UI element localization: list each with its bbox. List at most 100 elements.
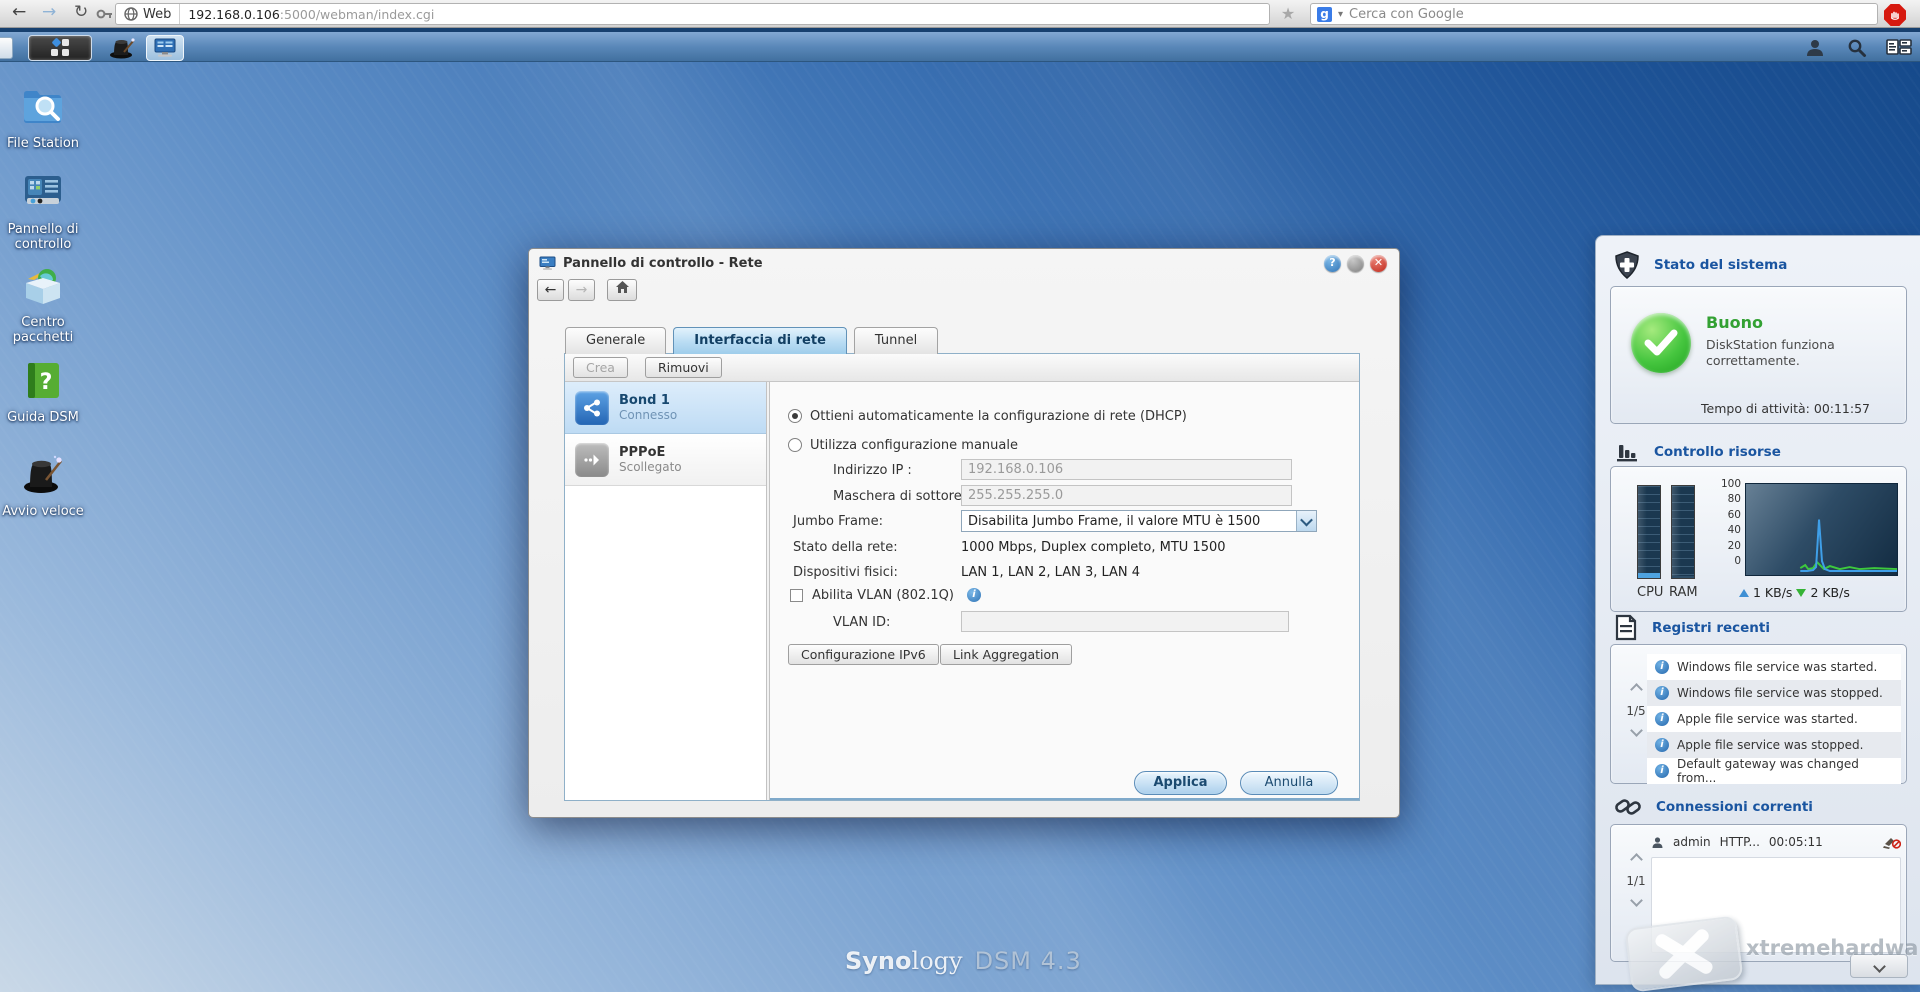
system-health-header: Stato del sistema (1614, 251, 1787, 279)
desktop-icon-file-station[interactable]: File Station (0, 86, 86, 151)
jumbo-frame-select[interactable]: Disabilita Jumbo Frame, il valore MTU è … (961, 510, 1317, 532)
create-button[interactable]: Crea (573, 357, 628, 378)
ram-usage-bar (1671, 485, 1695, 579)
dialog-minimize-button[interactable] (1347, 255, 1364, 272)
interface-toolbar: Crea Rimuovi (565, 354, 1359, 382)
quick-start-taskbar-button[interactable] (100, 35, 144, 61)
search-bar[interactable]: g ▾ (1310, 3, 1878, 25)
browser-back-icon[interactable]: ← (12, 2, 26, 22)
log-row[interactable]: iDefault gateway was changed from... (1647, 758, 1901, 784)
site-identity-button[interactable]: Web (116, 4, 180, 24)
desktop-icon-label: Centro pacchetti (0, 315, 86, 345)
connections-page-indicator: 1/1 (1619, 874, 1653, 888)
desktop-icon-quick-start[interactable]: Avvio veloce (0, 452, 86, 519)
browser-forward-icon[interactable]: → (42, 2, 56, 22)
desktop-icon-label: Avvio veloce (0, 504, 86, 519)
quick-start-icon (19, 452, 67, 496)
tab-tunnel[interactable]: Tunnel (854, 327, 938, 354)
dsm-branding: SynologyDSM 4.3 (845, 947, 1082, 975)
manual-config-radio[interactable] (788, 438, 802, 452)
connections-page-down-icon[interactable] (1630, 894, 1643, 907)
ipv6-config-button[interactable]: Configurazione IPv6 (788, 644, 939, 665)
logs-page-down-icon[interactable] (1630, 724, 1643, 737)
log-row[interactable]: iWindows file service was stopped. (1647, 680, 1901, 706)
dialog-home-button[interactable] (607, 279, 637, 301)
url-host: 192.168.0.106 (188, 7, 279, 22)
select-dropdown-icon[interactable] (1296, 511, 1316, 531)
branding-syno: Syno (845, 947, 912, 975)
show-desktop-button[interactable] (0, 37, 13, 59)
remove-button[interactable]: Rimuovi (645, 357, 722, 378)
search-engine-caret-icon[interactable]: ▾ (1338, 9, 1343, 20)
subnet-mask-label: Maschera di sottorete: (833, 489, 979, 504)
apply-button[interactable]: Applica (1134, 771, 1227, 795)
interface-name: PPPoE (619, 445, 682, 460)
network-status-label: Stato della rete: (793, 540, 898, 555)
address-bar[interactable]: Web 192.168.0.106:5000/webman/index.cgi (115, 3, 1270, 25)
interface-list: Bond 1 Connesso PPPoE Scollegato (565, 382, 766, 800)
widget-title: Connessioni correnti (1656, 799, 1813, 815)
dialog-back-button[interactable]: ← (537, 279, 564, 301)
dialog-title: Pannello di controllo - Rete (563, 256, 763, 271)
dialog-title-icon (539, 256, 556, 271)
search-input[interactable] (1349, 7, 1871, 22)
log-row[interactable]: iWindows file service was started. (1647, 654, 1901, 680)
interface-name: Bond 1 (619, 393, 677, 408)
log-text: Apple file service was started. (1677, 712, 1858, 726)
health-ok-icon (1631, 313, 1691, 373)
info-icon: i (1655, 686, 1669, 700)
tab-interfaccia-di-rete[interactable]: Interfaccia di rete (673, 327, 847, 354)
vlan-id-field[interactable] (961, 611, 1289, 632)
user-options-button[interactable] (1800, 35, 1830, 61)
resource-monitor-header: Controllo risorse (1614, 439, 1781, 465)
dialog-help-button[interactable]: ? (1324, 255, 1341, 272)
browser-reload-icon[interactable]: ↻ (74, 2, 88, 22)
dialog-close-button[interactable]: ✕ (1370, 255, 1387, 272)
chevron-down-icon (1873, 960, 1886, 973)
desktop-icon-package-center[interactable]: Centro pacchetti (0, 265, 86, 345)
link-aggregation-button[interactable]: Link Aggregation (940, 644, 1072, 665)
interface-item-bond1[interactable]: Bond 1 Connesso (565, 382, 766, 434)
system-health-card: Buono DiskStation funziona correttamente… (1610, 286, 1907, 424)
widget-title: Stato del sistema (1654, 257, 1787, 273)
log-row[interactable]: iApple file service was stopped. (1647, 732, 1901, 758)
dialog-forward-button[interactable]: → (568, 279, 595, 301)
google-engine-icon[interactable]: g (1317, 7, 1332, 22)
key-icon[interactable] (96, 6, 114, 26)
control-panel-network-dialog: Pannello di controllo - Rete ? ✕ ← → Gen… (528, 248, 1400, 818)
upload-arrow-icon (1739, 589, 1749, 597)
control-panel-taskbar-button[interactable] (146, 35, 184, 61)
recent-logs-card: 1/5 iWindows file service was started. i… (1610, 644, 1907, 784)
dhcp-radio[interactable] (788, 409, 802, 423)
desktop-icon-dsm-help[interactable]: ? Guida DSM (0, 360, 86, 425)
enable-vlan-checkbox[interactable] (790, 589, 803, 602)
jumbo-frame-selected-value: Disabilita Jumbo Frame, il valore MTU è … (962, 514, 1296, 529)
logs-page-up-icon[interactable] (1630, 683, 1643, 696)
cancel-button[interactable]: Annulla (1240, 771, 1338, 795)
connections-page-up-icon[interactable] (1630, 853, 1643, 866)
connection-row[interactable]: admin HTTP... 00:05:11 (1651, 835, 1901, 849)
dhcp-radio-label: Ottieni automaticamente la configurazion… (810, 409, 1187, 424)
dialog-titlebar[interactable]: Pannello di controllo - Rete (539, 256, 763, 271)
bookmark-star-icon[interactable]: ★ (1276, 3, 1300, 25)
subnet-mask-field[interactable] (961, 485, 1292, 506)
adblock-icon[interactable] (1884, 4, 1906, 26)
connection-list-area (1651, 857, 1901, 953)
main-menu-button[interactable] (28, 35, 92, 61)
kick-connection-icon[interactable] (1883, 835, 1901, 849)
interface-item-pppoe[interactable]: PPPoE Scollegato (565, 434, 766, 486)
url-text[interactable]: 192.168.0.106:5000/webman/index.cgi (180, 7, 434, 22)
pilot-view-button[interactable] (1884, 35, 1914, 61)
log-row[interactable]: iApple file service was started. (1647, 706, 1901, 732)
desktop-icon-control-panel[interactable]: Pannello di controllo (0, 172, 86, 252)
vlan-info-icon[interactable]: i (967, 588, 981, 602)
tab-generale[interactable]: Generale (565, 327, 666, 354)
connection-user-icon (1651, 836, 1664, 849)
search-button[interactable] (1842, 35, 1872, 61)
package-center-icon (20, 265, 66, 307)
widget-title: Registri recenti (1652, 620, 1770, 636)
ip-address-field[interactable] (961, 459, 1292, 480)
sidebar-collapse-button[interactable] (1850, 954, 1908, 978)
vlan-id-label: VLAN ID: (833, 615, 890, 630)
connection-time: 00:05:11 (1769, 835, 1823, 849)
